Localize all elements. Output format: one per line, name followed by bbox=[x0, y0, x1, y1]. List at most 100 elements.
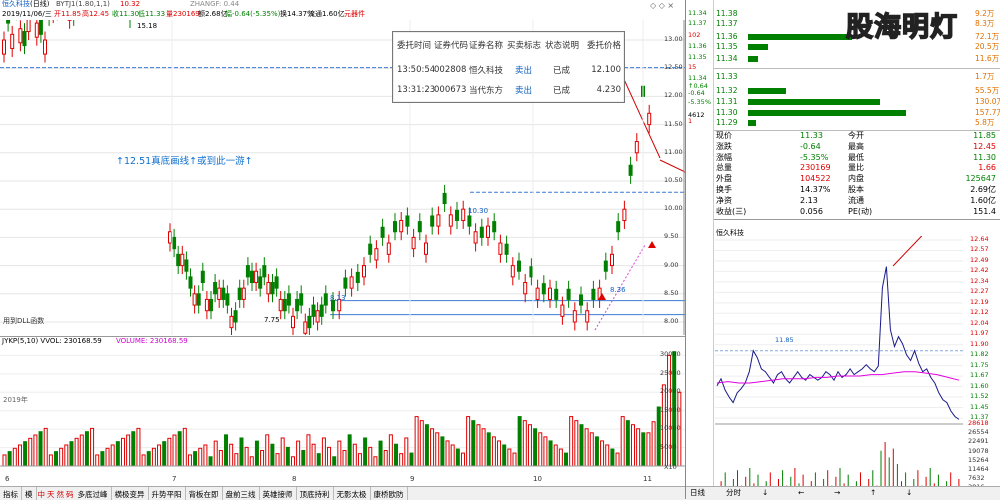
volume-bar bbox=[456, 449, 459, 466]
volume-bar bbox=[657, 407, 660, 466]
bottom-tab[interactable]: 康桥欧防 bbox=[371, 487, 408, 500]
popup-row[interactable]: 13:31:23 000673 当代东方 卖出 已成 4.230 bbox=[393, 80, 624, 100]
volume-bar bbox=[534, 429, 537, 466]
ohlc-bar: 2019/11/06/三 开11.85 高12.45 收11.30 低11.33… bbox=[0, 10, 685, 19]
bottom-tab[interactable]: 横极变异 bbox=[112, 487, 149, 500]
volume-bar bbox=[544, 437, 547, 466]
vol-tick: 10000 bbox=[660, 425, 681, 432]
axis-value: 15 bbox=[688, 64, 696, 71]
bottom-tab[interactable]: 盘前三线 bbox=[223, 487, 260, 500]
bottom-tab[interactable]: 顶底持利 bbox=[297, 487, 334, 500]
open-value: 开11.85 bbox=[54, 11, 81, 18]
volume-bar bbox=[523, 421, 526, 466]
buy-volume: 130.0万 bbox=[975, 98, 1000, 106]
vol-tick: 5000 bbox=[660, 444, 677, 451]
intraday-vol-tick: 15264 bbox=[968, 457, 989, 464]
volume-bar bbox=[75, 438, 78, 466]
stat-value: -0.64 bbox=[800, 143, 821, 151]
volume-bar bbox=[204, 445, 207, 466]
window-controls: ◇ ◇ × bbox=[650, 1, 674, 10]
bottom-tab[interactable]: 然 bbox=[56, 487, 66, 500]
sector-link[interactable]: 元器件 bbox=[344, 11, 365, 18]
level-label-2: 8.13 bbox=[330, 295, 346, 302]
main-divider bbox=[685, 0, 686, 499]
bottom-tab[interactable]: 天 bbox=[46, 487, 56, 500]
row-time: 13:31:23 bbox=[397, 85, 434, 95]
row-side: 卖出 bbox=[507, 64, 545, 76]
bottom-control[interactable]: ↓ bbox=[762, 489, 768, 497]
stat-value: 1.66 bbox=[978, 164, 996, 172]
intraday-vol-tick: 11464 bbox=[968, 466, 989, 473]
bottom-control[interactable]: 日线 bbox=[690, 489, 705, 497]
volume-bar bbox=[96, 455, 99, 466]
candle-body bbox=[456, 210, 459, 220]
row-code: 000673 bbox=[434, 85, 469, 95]
popup-row[interactable]: 13:50:54 002808 恒久科技 卖出 已成 12.100 bbox=[393, 60, 624, 80]
volume-bar bbox=[389, 435, 392, 466]
candle-body bbox=[580, 295, 583, 305]
bottom-tab[interactable]: 升势平阳 bbox=[149, 487, 186, 500]
order-popup[interactable]: 委托时间 证券代码 证券名称 买卖标志 状态说明 委托价格 13:50:54 0… bbox=[392, 31, 625, 103]
volume-bar bbox=[240, 438, 243, 466]
buy-price: 11.29 bbox=[716, 119, 737, 127]
volume-bar bbox=[606, 445, 609, 466]
bottom-control[interactable]: 分时 bbox=[726, 489, 741, 497]
stat-label: 最高 bbox=[848, 143, 864, 151]
header-time: 委托时间 bbox=[397, 39, 434, 51]
bottom-tab[interactable]: 无影太极 bbox=[334, 487, 371, 500]
bottom-tab[interactable]: 中 bbox=[37, 487, 47, 500]
candle-body bbox=[11, 34, 14, 48]
volume-bar bbox=[570, 417, 573, 466]
bottom-tab[interactable]: 多底过峰 bbox=[75, 487, 112, 500]
close-value: 低11.33 bbox=[138, 11, 165, 18]
close-icon[interactable]: × bbox=[667, 1, 674, 10]
candle-body bbox=[300, 294, 303, 305]
y-tick: 10.50 bbox=[664, 177, 683, 184]
sell-price: 11.35 bbox=[716, 43, 737, 51]
volume-bar bbox=[333, 457, 336, 466]
sell-price: 11.34 bbox=[716, 55, 737, 63]
volume-bar bbox=[647, 433, 650, 466]
volume-bar bbox=[513, 453, 516, 466]
bottom-tab[interactable]: 指标 bbox=[0, 487, 22, 500]
top-info-bar: 恒久科技 (日线) BYTJ1(1.80,1,1) 10.32 ZHANGF: … bbox=[0, 0, 685, 9]
candle-body bbox=[205, 299, 208, 310]
volume-bar bbox=[147, 452, 150, 466]
volume-bar bbox=[106, 448, 109, 466]
volume-bar bbox=[80, 435, 83, 466]
stat-label: 涨跌 bbox=[716, 143, 732, 151]
bottom-control[interactable]: ↓ bbox=[906, 489, 912, 497]
candle-body bbox=[283, 299, 286, 310]
intraday-tick: 12.42 bbox=[970, 267, 989, 274]
intraday-tick: 11.90 bbox=[970, 341, 989, 348]
bottom-tab[interactable]: 背板在即 bbox=[186, 487, 223, 500]
candle-body bbox=[35, 23, 38, 37]
candle-body bbox=[308, 316, 311, 327]
volume-bar bbox=[348, 435, 351, 466]
bottom-control[interactable]: ↑ bbox=[870, 489, 876, 497]
candle-body bbox=[39, 20, 42, 34]
volume-bar bbox=[183, 428, 186, 466]
bottom-control[interactable]: ← bbox=[798, 489, 804, 497]
bottom-tab[interactable]: 模 bbox=[22, 487, 37, 500]
candle-body bbox=[425, 243, 428, 254]
stat-value: 11.30 bbox=[973, 154, 996, 162]
volume-bar bbox=[178, 432, 181, 466]
bottom-control[interactable]: → bbox=[834, 489, 840, 497]
x-tick: 6 bbox=[5, 476, 9, 483]
intraday-tick: 12.64 bbox=[970, 236, 989, 243]
volume-chart[interactable] bbox=[0, 346, 685, 474]
stat-label: 涨幅 bbox=[716, 154, 732, 162]
bottom-tab[interactable]: 英雄接师 bbox=[260, 487, 297, 500]
volume-bar bbox=[199, 448, 202, 466]
volume-bar bbox=[13, 448, 16, 466]
row-side: 卖出 bbox=[507, 84, 545, 96]
minimize-icon[interactable]: ◇ bbox=[650, 1, 656, 10]
candle-body bbox=[369, 244, 372, 254]
stat-value: 151.4 bbox=[973, 208, 996, 216]
bottom-tab[interactable]: 码 bbox=[65, 487, 75, 500]
indicator-value: 10.32 bbox=[120, 1, 140, 8]
restore-icon[interactable]: ◇ bbox=[659, 1, 665, 10]
intraday-chart[interactable] bbox=[713, 236, 1000, 499]
row-code: 002808 bbox=[434, 65, 469, 75]
